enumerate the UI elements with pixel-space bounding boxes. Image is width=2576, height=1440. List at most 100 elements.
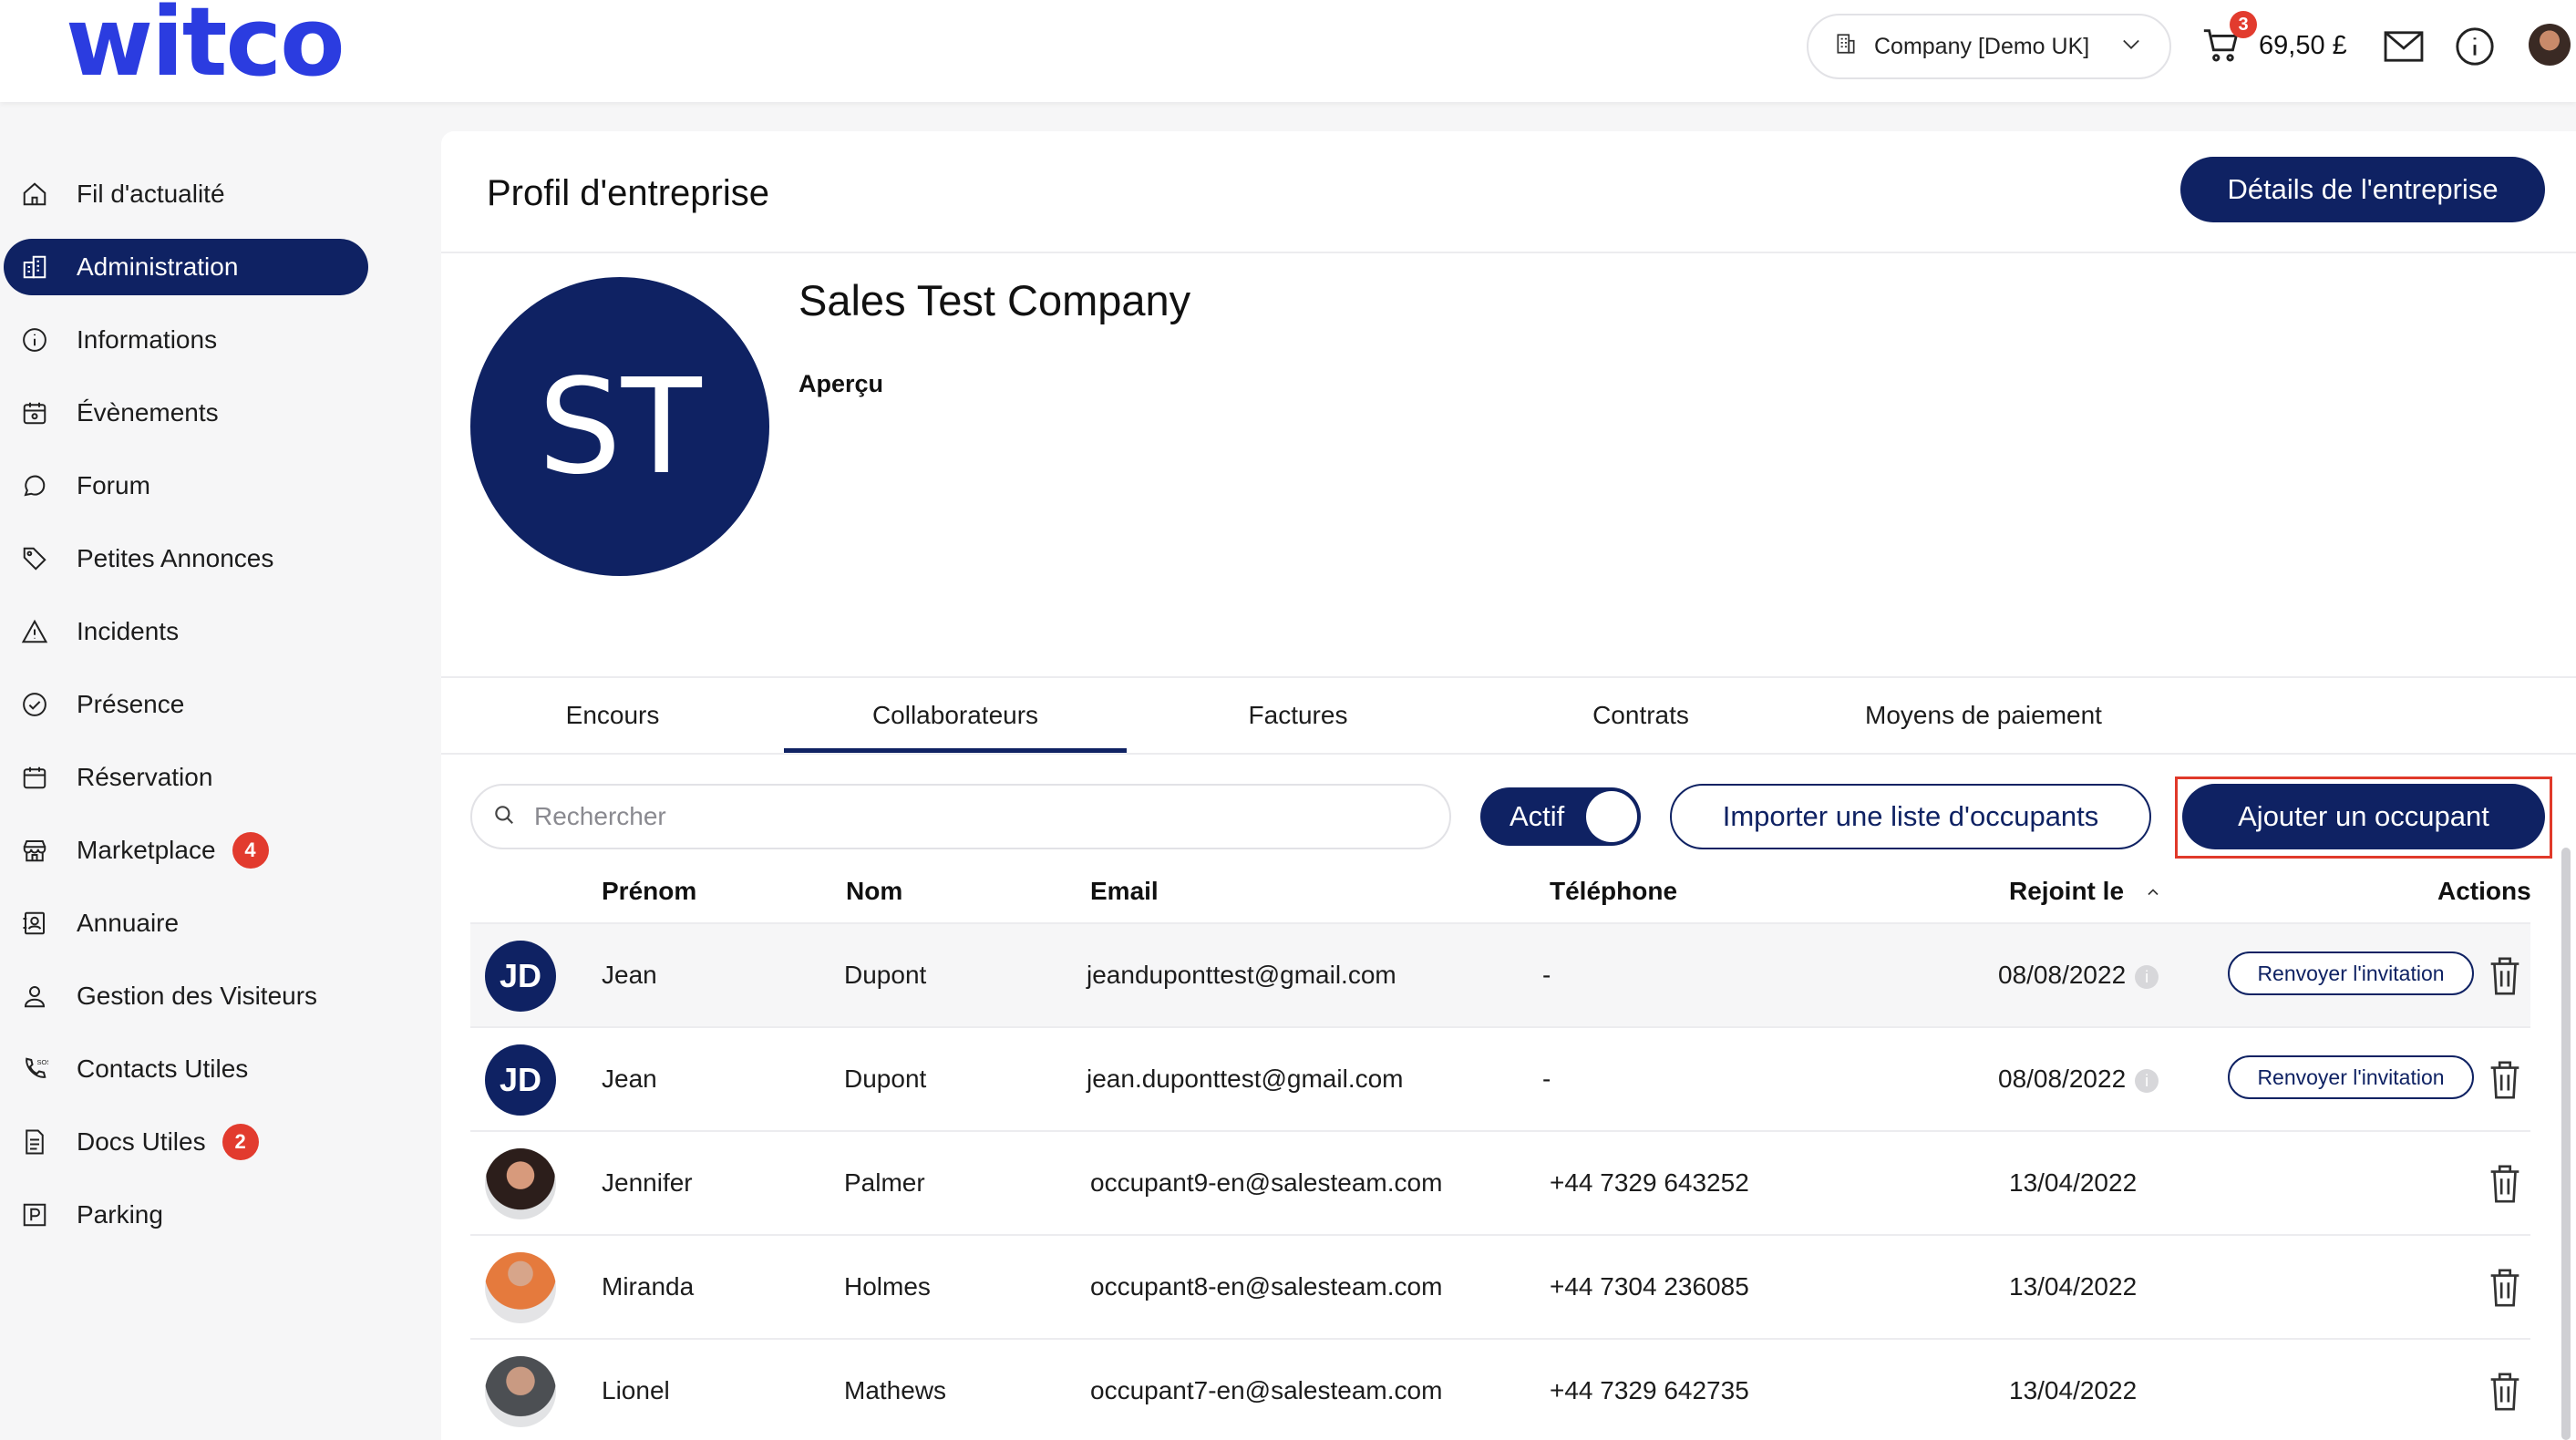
tab-factures[interactable]: Factures	[1127, 678, 1469, 753]
sidebar-item-incidents[interactable]: Incidents	[4, 603, 368, 660]
cart-count-badge: 3	[2230, 11, 2257, 38]
joined-date: 08/08/2022	[1998, 961, 2127, 989]
vertical-scrollbar[interactable]	[2561, 848, 2571, 1440]
sidebar-item-parking[interactable]: Parking	[4, 1187, 368, 1243]
sort-ascending-icon[interactable]	[2144, 879, 2162, 908]
cell-email: jeanduponttest@gmail.com	[1087, 961, 1396, 989]
calendar-event-icon	[16, 395, 53, 431]
resend-invitation-button[interactable]: Renvoyer l'invitation	[2228, 1055, 2474, 1099]
mail-icon[interactable]	[2383, 29, 2425, 68]
sidebar-item-label: Petites Annonces	[77, 544, 274, 572]
sidebar-item-fil-actualite[interactable]: Fil d'actualité	[4, 166, 368, 222]
info-icon	[16, 322, 53, 358]
company-avatar: ST	[470, 277, 769, 576]
column-header-email[interactable]: Email	[1090, 877, 1159, 906]
sidebar-item-label: Gestion des Visiteurs	[77, 982, 318, 1010]
sidebar-item-contacts-utiles[interactable]: SOS Contacts Utiles	[4, 1041, 368, 1097]
sidebar-item-label: Présence	[77, 690, 185, 718]
cell-joined: 08/08/2022 i	[1998, 1065, 2159, 1094]
cart-amount[interactable]: 69,50 £	[2259, 31, 2347, 61]
sidebar-item-marketplace[interactable]: Marketplace 4	[4, 822, 368, 879]
tab-contrats[interactable]: Contrats	[1469, 678, 1812, 753]
tag-icon	[16, 540, 53, 577]
table-row[interactable]: JD Jean Dupont jean.duponttest@gmail.com…	[470, 1026, 2530, 1130]
tab-moyens-de-paiement[interactable]: Moyens de paiement	[1812, 678, 2155, 753]
active-toggle[interactable]: Actif	[1480, 787, 1641, 846]
cell-joined: 13/04/2022	[2009, 1168, 2138, 1197]
cell-last-name: Dupont	[844, 1065, 927, 1093]
sidebar-item-presence[interactable]: Présence	[4, 676, 368, 733]
avatar: JD	[485, 1044, 556, 1116]
column-header-actions: Actions	[2437, 877, 2531, 905]
column-header-telephone[interactable]: Téléphone	[1550, 877, 1677, 906]
cell-first-name: Jean	[602, 961, 657, 989]
store-icon	[16, 832, 53, 869]
info-icon[interactable]	[2454, 26, 2496, 72]
user-avatar[interactable]	[2529, 24, 2571, 66]
table-row[interactable]: Jennifer Palmer occupant9-en@salesteam.c…	[470, 1130, 2530, 1234]
info-icon[interactable]: i	[2135, 1068, 2159, 1093]
joined-date: 08/08/2022	[1998, 1065, 2127, 1093]
info-icon[interactable]: i	[2135, 964, 2159, 989]
chat-bubble-icon	[16, 468, 53, 504]
sidebar: Fil d'actualité Administration Informati…	[0, 102, 401, 1440]
sidebar-item-annuaire[interactable]: Annuaire	[4, 895, 368, 951]
company-selector[interactable]: Company [Demo UK]	[1807, 14, 2171, 79]
sidebar-item-forum[interactable]: Forum	[4, 458, 368, 514]
cell-phone: +44 7329 642735	[1550, 1376, 1749, 1404]
import-occupants-button[interactable]: Importer une liste d'occupants	[1670, 784, 2151, 849]
search-icon	[492, 803, 516, 831]
search-input[interactable]	[534, 802, 1449, 831]
sidebar-item-evenements[interactable]: Évènements	[4, 385, 368, 441]
top-bar: witco Company [Demo UK] 3 69,50 £	[0, 0, 2576, 102]
sidebar-item-docs-utiles[interactable]: Docs Utiles 2	[4, 1114, 368, 1170]
sidebar-item-administration[interactable]: Administration	[4, 239, 368, 295]
cell-email: jean.duponttest@gmail.com	[1087, 1065, 1404, 1093]
cell-joined: 13/04/2022	[2009, 1272, 2138, 1301]
column-header-label: Rejoint le	[2009, 877, 2125, 905]
warning-icon	[16, 613, 53, 650]
cell-phone: -	[1542, 1065, 1551, 1093]
sidebar-item-gestion-visiteurs[interactable]: Gestion des Visiteurs	[4, 968, 368, 1024]
tab-collaborateurs[interactable]: Collaborateurs	[784, 678, 1127, 753]
chevron-down-icon	[2118, 31, 2144, 63]
sidebar-item-reservation[interactable]: Réservation	[4, 749, 368, 806]
search-box[interactable]	[470, 784, 1451, 849]
trash-icon[interactable]	[2487, 1267, 2523, 1313]
table-row[interactable]: JD Jean Dupont jeanduponttest@gmail.com …	[470, 922, 2530, 1026]
sidebar-item-petites-annonces[interactable]: Petites Annonces	[4, 530, 368, 587]
trash-icon[interactable]	[2487, 1371, 2523, 1417]
table-row[interactable]: Lionel Mathews occupant7-en@salesteam.co…	[470, 1338, 2530, 1440]
company-details-button[interactable]: Détails de l'entreprise	[2180, 157, 2545, 222]
trash-icon[interactable]	[2487, 1163, 2523, 1209]
sidebar-item-label: Docs Utiles	[77, 1127, 206, 1156]
trash-icon[interactable]	[2487, 955, 2523, 1002]
contact-book-icon	[16, 905, 53, 941]
tabs-bottom-divider	[441, 753, 2576, 755]
home-icon	[16, 176, 53, 212]
column-header-nom[interactable]: Nom	[846, 877, 902, 906]
page-title: Profil d'entreprise	[487, 173, 769, 213]
active-toggle-label: Actif	[1510, 800, 1565, 832]
table-row[interactable]: Miranda Holmes occupant8-en@salesteam.co…	[470, 1234, 2530, 1338]
sidebar-item-label: Administration	[77, 252, 239, 281]
cell-email: occupant9-en@salesteam.com	[1090, 1168, 1443, 1197]
cell-joined: 08/08/2022 i	[1998, 961, 2159, 990]
cell-email: occupant8-en@salesteam.com	[1090, 1272, 1443, 1301]
header-divider	[441, 252, 2576, 253]
document-icon	[16, 1124, 53, 1160]
witco-logo[interactable]: witco	[66, 0, 345, 89]
sidebar-item-informations[interactable]: Informations	[4, 312, 368, 368]
overview-label: Aperçu	[799, 370, 884, 397]
sidebar-item-label: Annuaire	[77, 909, 180, 937]
sidebar-item-label: Fil d'actualité	[77, 180, 225, 208]
resend-invitation-button[interactable]: Renvoyer l'invitation	[2228, 951, 2474, 995]
tab-encours[interactable]: Encours	[441, 678, 784, 753]
add-occupant-button[interactable]: Ajouter un occupant	[2182, 784, 2545, 849]
sidebar-item-label: Réservation	[77, 763, 213, 791]
trash-icon[interactable]	[2487, 1059, 2523, 1106]
sidebar-item-label: Incidents	[77, 617, 180, 645]
column-header-rejoint-le[interactable]: Rejoint le	[2009, 877, 2162, 908]
cell-first-name: Miranda	[602, 1272, 695, 1301]
column-header-prenom[interactable]: Prénom	[602, 877, 696, 906]
